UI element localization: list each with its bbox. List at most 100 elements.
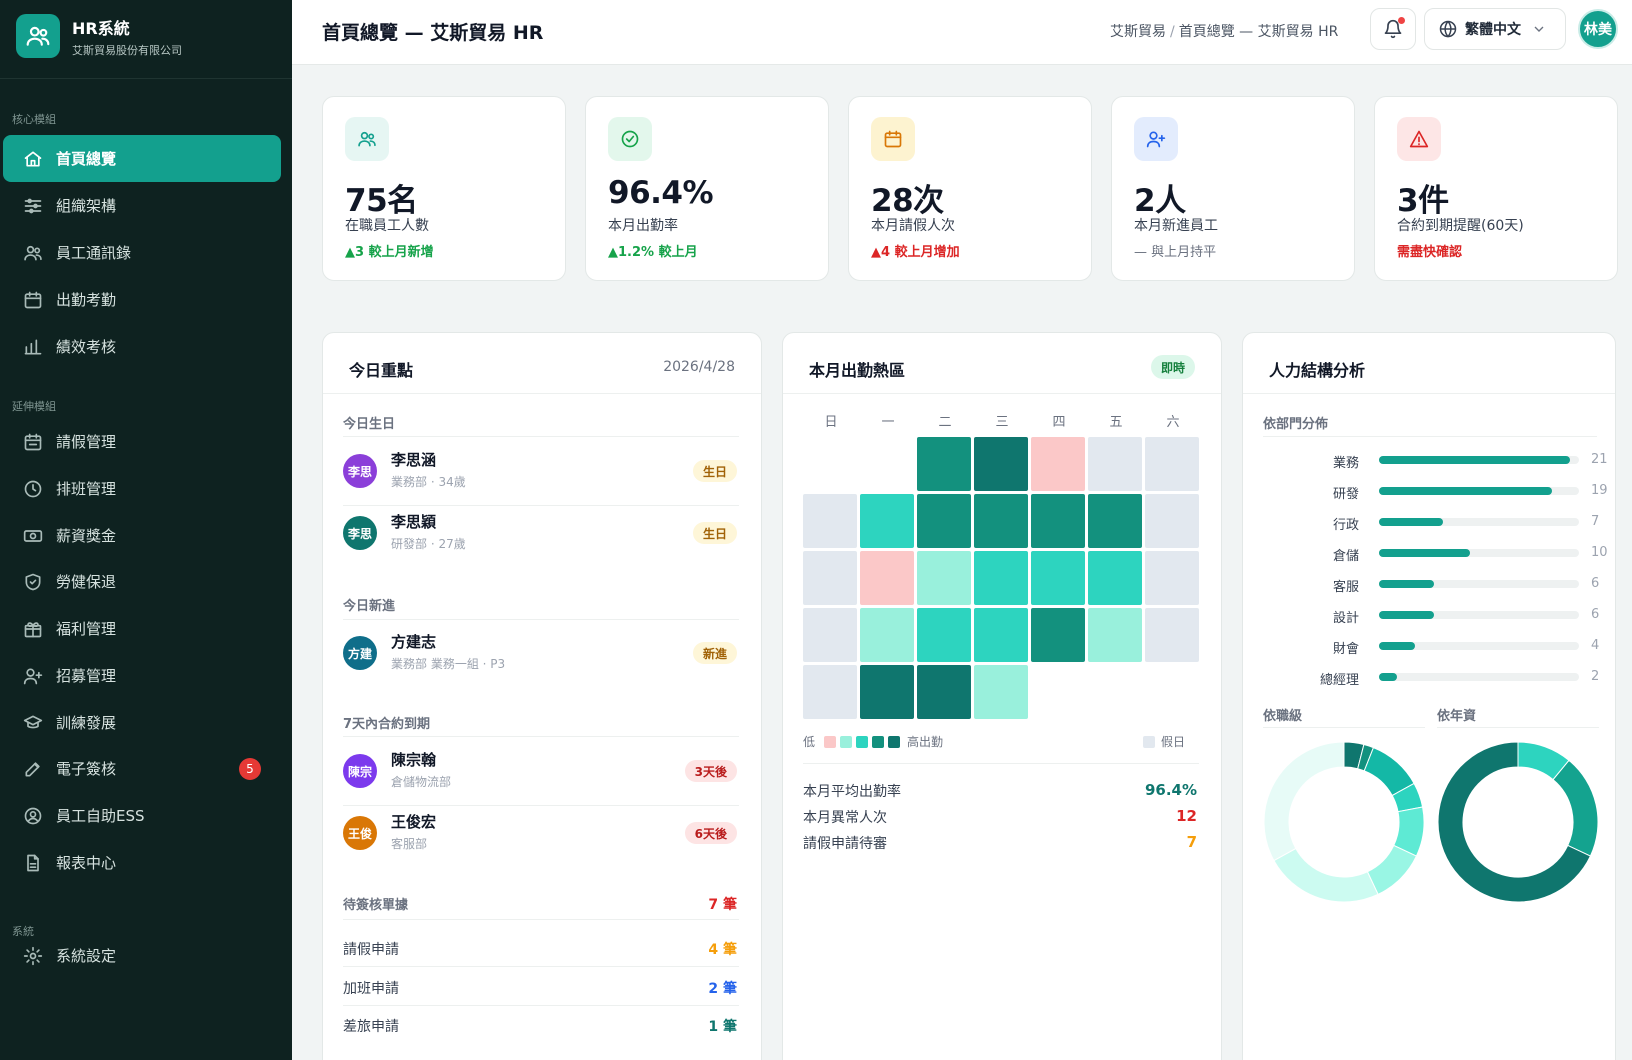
heatmap-cell[interactable] <box>860 608 914 662</box>
pending-item[interactable]: 差旅申請 1 筆 <box>343 1016 739 1036</box>
sidebar-item-label: 排班管理 <box>56 480 117 498</box>
sidebar-item-calendar-leave[interactable]: 請假管理 <box>3 418 281 465</box>
stat-label: 在職員工人數 <box>345 218 429 234</box>
heatmap-cell[interactable] <box>803 665 857 719</box>
notification-button[interactable] <box>1370 8 1416 50</box>
heatmap-cell[interactable] <box>917 494 971 548</box>
stat-trend: ▲3 較上月新增 <box>345 245 434 260</box>
heatmap-cell[interactable] <box>917 437 971 491</box>
heatmap-cell[interactable] <box>1031 437 1085 491</box>
donut-slice[interactable] <box>1552 759 1599 857</box>
heatmap-cell[interactable] <box>1088 608 1142 662</box>
heatmap-cell[interactable] <box>1088 494 1142 548</box>
today-date: 2026/4/28 <box>663 359 735 375</box>
sidebar-item-shield[interactable]: 勞健保退 <box>3 558 281 605</box>
sidebar-item-document[interactable]: 報表中心 <box>3 839 281 886</box>
heatmap-cell[interactable] <box>1031 494 1085 548</box>
sidebar-item-user-plus[interactable]: 招募管理 <box>3 652 281 699</box>
heatmap-cell[interactable] <box>974 494 1028 548</box>
check-circle-icon <box>621 130 639 148</box>
stat-trend: 需盡快確認 <box>1397 245 1463 260</box>
stat-card[interactable]: 2人 本月新進員工 — 與上月持平 <box>1111 96 1355 281</box>
dept-bar-row[interactable]: 設計 6 <box>1263 605 1603 626</box>
stat-trend: ▲1.2% 較上月 <box>608 245 698 260</box>
dept-bar-row[interactable]: 客服 6 <box>1263 574 1603 595</box>
pending-item[interactable]: 請假申請 4 筆 <box>343 939 739 959</box>
pending-item-label: 差旅申請 <box>343 1019 399 1035</box>
stat-card[interactable]: 3件 合約到期提醒(60天) 需盡快確認 <box>1374 96 1618 281</box>
heatmap-cell[interactable] <box>860 494 914 548</box>
stat-icon <box>1397 117 1441 161</box>
dept-bar-row[interactable]: 財會 4 <box>1263 636 1603 657</box>
dept-bar-row[interactable]: 業務 21 <box>1263 450 1608 471</box>
heatmap-cell[interactable] <box>1088 437 1142 491</box>
avatar: 方建 <box>343 636 377 670</box>
person-name: 陳宗翰 <box>391 751 437 769</box>
list-item[interactable]: 李思 李思穎 研發部 · 27歲 生日 <box>343 505 739 565</box>
heatmap-cell[interactable] <box>803 551 857 605</box>
dept-bar-row[interactable]: 倉儲 10 <box>1263 543 1608 564</box>
dept-bar-track <box>1379 611 1579 619</box>
divider <box>1263 436 1597 437</box>
sidebar-item-org-chart[interactable]: 組織架構 <box>3 182 281 229</box>
sidebar-item-clock[interactable]: 排班管理 <box>3 465 281 512</box>
donut-slice[interactable] <box>1273 847 1379 903</box>
heatmap-cell[interactable] <box>803 608 857 662</box>
heatmap-cell[interactable] <box>917 551 971 605</box>
list-item[interactable]: 方建 方建志 業務部 業務一組 · P3 新進 <box>343 625 739 685</box>
heatmap-cell[interactable] <box>1145 551 1199 605</box>
sidebar-item-users[interactable]: 員工通訊錄 <box>3 229 281 276</box>
heatmap-cell[interactable] <box>917 608 971 662</box>
heatmap-cell[interactable] <box>1145 437 1199 491</box>
user-avatar[interactable]: 林美 <box>1578 9 1618 49</box>
heatmap-cell[interactable] <box>860 665 914 719</box>
weekday-label: 四 <box>1052 415 1066 430</box>
stat-card[interactable]: 96.4% 本月出勤率 ▲1.2% 較上月 <box>585 96 829 281</box>
heatmap-cell[interactable] <box>1145 608 1199 662</box>
dept-bar <box>1379 611 1434 619</box>
sidebar-item-bar-chart[interactable]: 績效考核 <box>3 323 281 370</box>
heatmap-cell[interactable] <box>1088 551 1142 605</box>
language-selector[interactable]: 繁體中文 <box>1424 8 1566 50</box>
stat-card[interactable]: 28次 本月請假人次 ▲4 較上月增加 <box>848 96 1092 281</box>
brand[interactable]: HR系統 艾斯貿易股份有限公司 <box>16 14 182 58</box>
pending-header[interactable]: 待簽核單據 7 筆 <box>343 894 739 913</box>
list-item[interactable]: 陳宗 陳宗翰 倉儲物流部 3天後 <box>343 743 739 803</box>
pending-item[interactable]: 加班申請 2 筆 <box>343 978 739 998</box>
heatmap-cell[interactable] <box>803 494 857 548</box>
heatmap-cell[interactable] <box>974 608 1028 662</box>
breadcrumb-item-company[interactable]: 艾斯貿易 <box>1110 24 1166 40</box>
legend-swatch-holiday <box>1143 736 1155 748</box>
sidebar-item-user-circle[interactable]: 員工自助ESS <box>3 792 281 839</box>
dept-bar-row[interactable]: 行政 7 <box>1263 512 1603 533</box>
sidebar-item-graduation-cap[interactable]: 訓練發展 <box>3 699 281 746</box>
sidebar-item-money[interactable]: 薪資獎金 <box>3 512 281 559</box>
heatmap-cell[interactable] <box>1031 551 1085 605</box>
nav-icon <box>23 432 43 452</box>
dept-bar-track <box>1379 673 1579 681</box>
dept-bar-row[interactable]: 研發 19 <box>1263 481 1608 502</box>
list-item[interactable]: 王俊 王俊宏 客服部 6天後 <box>343 805 739 865</box>
heatmap-cell[interactable] <box>860 551 914 605</box>
heatmap-cell[interactable] <box>974 551 1028 605</box>
sidebar-item-gear[interactable]: 系統設定 <box>3 932 281 979</box>
heatmap-cell[interactable] <box>1031 608 1085 662</box>
stat-card[interactable]: 75名 在職員工人數 ▲3 較上月新增 <box>322 96 566 281</box>
nav-icon <box>23 946 43 966</box>
sidebar-item-pen[interactable]: 電子簽核 5 <box>3 745 281 792</box>
divider <box>1263 727 1425 728</box>
chevron-down-icon <box>1534 26 1544 32</box>
heatmap-cell[interactable] <box>1145 494 1199 548</box>
sidebar-item-gift[interactable]: 福利管理 <box>3 605 281 652</box>
sidebar-item-home[interactable]: 首頁總覽 <box>3 135 281 182</box>
legend-high-label: 高出勤 <box>907 735 944 749</box>
sidebar-item-calendar[interactable]: 出勤考勤 <box>3 276 281 323</box>
heatmap-cell[interactable] <box>974 437 1028 491</box>
heatmap-cell[interactable] <box>974 665 1028 719</box>
list-item[interactable]: 李思 李思涵 業務部 · 34歲 生日 <box>343 443 739 503</box>
heatmap-cell[interactable] <box>917 665 971 719</box>
donut-slice[interactable] <box>1263 741 1345 862</box>
dept-bar-row[interactable]: 總經理 2 <box>1263 667 1603 688</box>
summary-label: 本月異常人次 <box>803 810 887 826</box>
stat-label: 本月新進員工 <box>1134 218 1218 234</box>
